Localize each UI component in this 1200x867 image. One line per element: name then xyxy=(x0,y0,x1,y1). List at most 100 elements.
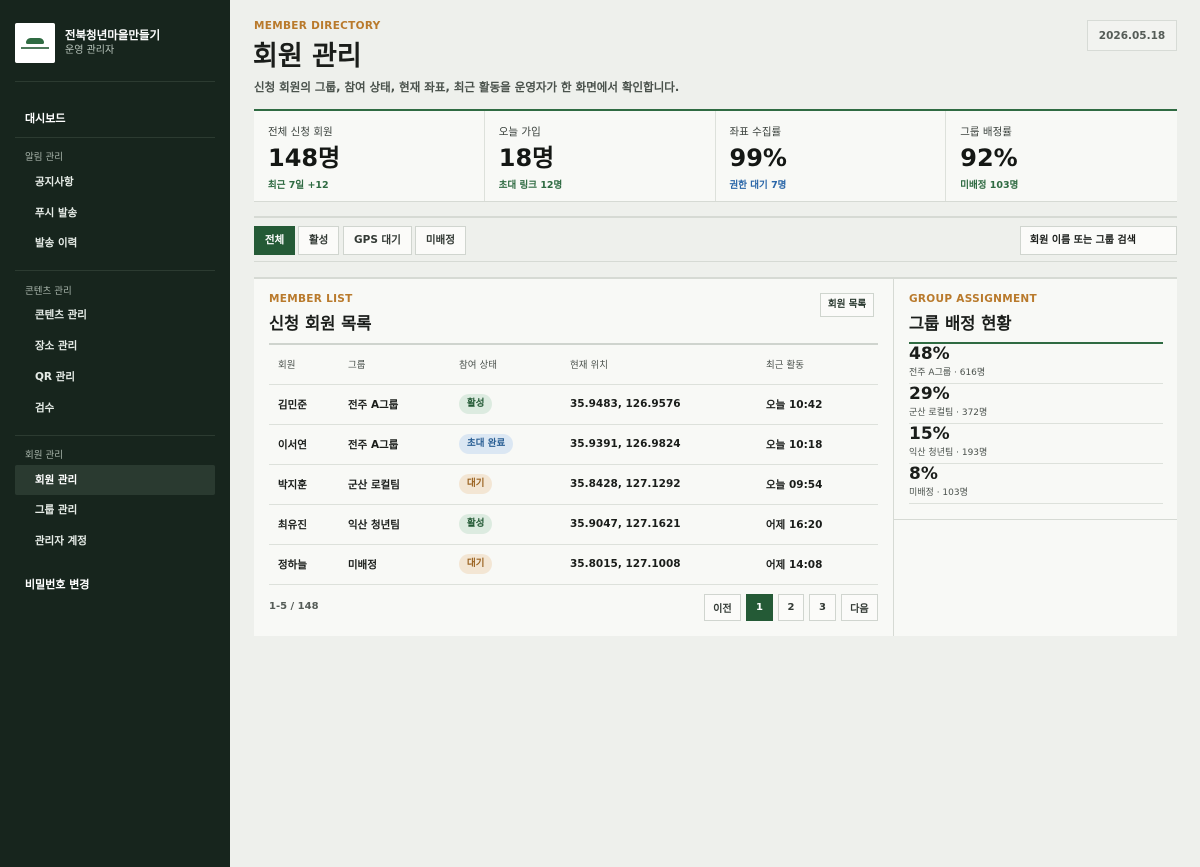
table-row[interactable]: 최유진 익산 청년팀 활성 35.9047, 127.1621 어제 16:20 xyxy=(269,504,878,545)
sidebar-item-members[interactable]: 회원 관리 xyxy=(15,465,215,495)
sidebar-divider xyxy=(15,270,215,271)
member-last-active: 어제 14:08 xyxy=(757,544,878,585)
pagination-page-1[interactable]: 1 xyxy=(746,594,773,621)
column-header-group: 그룹 xyxy=(339,343,450,385)
sidebar-item-push-send[interactable]: 푸시 발송 xyxy=(15,198,215,228)
member-name: 김민준 xyxy=(269,384,339,425)
member-last-active: 오늘 10:18 xyxy=(757,424,878,465)
table-row[interactable]: 정하늘 미배정 대기 35.8015, 127.1008 어제 14:08 xyxy=(269,544,878,585)
member-last-active: 오늘 09:54 xyxy=(757,464,878,505)
stats-bar: 전체 신청 회원 148명 최근 7일 +12 오늘 가입 18명 초대 링크 … xyxy=(254,109,1177,202)
stat-total-members: 전체 신청 회원 148명 최근 7일 +12 xyxy=(254,111,485,201)
member-group: 미배정 xyxy=(339,544,450,585)
status-badge: 활성 xyxy=(459,514,493,534)
column-header-last-active: 최근 활동 xyxy=(757,343,878,385)
table-row[interactable]: 이서연 전주 A그룹 초대 완료 35.9391, 126.9824 오늘 10… xyxy=(269,424,878,465)
pagination-prev-button[interactable]: 이전 xyxy=(704,594,741,621)
stat-note: 최근 7일 +12 xyxy=(268,180,329,191)
pagination-page-3[interactable]: 3 xyxy=(809,594,836,621)
member-list-panel: MEMBER LIST 신청 회원 목록 회원 목록 회원 그룹 참여 상태 현… xyxy=(254,277,893,636)
sidebar-item-places[interactable]: 장소 관리 xyxy=(15,331,215,361)
page-title: 회원 관리 xyxy=(253,41,362,72)
sidebar-item-change-password[interactable]: 비밀번호 변경 xyxy=(25,576,90,592)
member-list-title: 신청 회원 목록 xyxy=(269,314,372,333)
group-assignment-title: 그룹 배정 현황 xyxy=(909,314,1012,333)
stat-value: 148명 xyxy=(268,144,341,172)
pagination-next-button[interactable]: 다음 xyxy=(841,594,878,621)
group-percent: 15% xyxy=(909,424,950,444)
group-percent: 48% xyxy=(909,344,950,364)
table-row[interactable]: 김민준 전주 A그룹 활성 35.9483, 126.9576 오늘 10:42 xyxy=(269,384,878,425)
sidebar: 전북청년마을만들기 운영 관리자 대시보드 알림 관리 공지사항 푸시 발송 발… xyxy=(0,0,230,867)
member-name: 이서연 xyxy=(269,424,339,465)
page-description: 신청 회원의 그룹, 참여 상태, 현재 좌표, 최근 활동을 운영자가 한 화… xyxy=(254,80,680,94)
filter-chip-active[interactable]: 활성 xyxy=(298,226,340,255)
filter-chip-unassigned[interactable]: 미배정 xyxy=(415,226,466,255)
group-assignment-list: 48% 전주 A그룹 · 616명 29% 군산 로컬팀 · 372명 15% … xyxy=(909,342,1163,504)
member-table: 회원 그룹 참여 상태 현재 위치 최근 활동 김민준 전주 A그룹 활성 35… xyxy=(269,343,878,585)
table-header-row: 회원 그룹 참여 상태 현재 위치 최근 활동 xyxy=(269,343,878,385)
sidebar-section-notifications: 알림 관리 xyxy=(25,152,63,163)
table-row[interactable]: 박지훈 군산 로컬팀 대기 35.8428, 127.1292 오늘 09:54 xyxy=(269,464,878,505)
member-name: 박지훈 xyxy=(269,464,339,505)
filter-bar: 전체 활성 GPS 대기 미배정 xyxy=(254,216,1177,262)
stat-note: 권한 대기 7명 xyxy=(729,180,787,191)
sidebar-item-content[interactable]: 콘텐츠 관리 xyxy=(15,300,215,330)
column-header-member: 회원 xyxy=(269,343,339,385)
sidebar-item-dashboard[interactable]: 대시보드 xyxy=(25,110,65,126)
sidebar-item-send-history[interactable]: 발송 이력 xyxy=(15,228,215,258)
sidebar-divider xyxy=(15,81,215,82)
sidebar-section-members: 회원 관리 xyxy=(25,450,63,461)
brand-name: 전북청년마을만들기 xyxy=(65,28,161,42)
member-group: 전주 A그룹 xyxy=(339,384,450,425)
date-badge: 2026.05.18 xyxy=(1087,20,1177,51)
sidebar-item-notices[interactable]: 공지사항 xyxy=(15,167,215,197)
group-label: 전주 A그룹 · 616명 xyxy=(909,368,986,378)
member-search-input[interactable] xyxy=(1020,226,1177,255)
member-location: 35.8428, 127.1292 xyxy=(561,464,757,505)
stat-label: 좌표 수집률 xyxy=(729,126,782,138)
pagination-page-2[interactable]: 2 xyxy=(778,594,804,621)
member-name: 최유진 xyxy=(269,504,339,545)
group-label: 익산 청년팀 · 193명 xyxy=(909,448,988,458)
group-item: 29% 군산 로컬팀 · 372명 xyxy=(909,384,1163,424)
sidebar-item-admin-accounts[interactable]: 관리자 계정 xyxy=(15,526,215,556)
stat-value: 92% xyxy=(960,144,1018,172)
sidebar-item-groups[interactable]: 그룹 관리 xyxy=(15,495,215,525)
sidebar-divider xyxy=(15,435,215,436)
stat-value: 99% xyxy=(729,144,787,172)
member-list-button[interactable]: 회원 목록 xyxy=(820,293,875,317)
status-badge: 대기 xyxy=(459,554,493,574)
member-name: 정하늘 xyxy=(269,544,339,585)
stat-label: 오늘 가입 xyxy=(498,126,541,138)
group-assignment-eyebrow: GROUP ASSIGNMENT xyxy=(909,293,1037,305)
group-item: 15% 익산 청년팀 · 193명 xyxy=(909,424,1163,464)
status-badge: 활성 xyxy=(459,394,493,414)
member-last-active: 오늘 10:42 xyxy=(757,384,878,425)
filter-chip-gps-pending[interactable]: GPS 대기 xyxy=(343,226,412,255)
group-percent: 8% xyxy=(909,464,938,484)
brand[interactable]: 전북청년마을만들기 운영 관리자 xyxy=(15,23,160,63)
member-group: 전주 A그룹 xyxy=(339,424,450,465)
brand-role: 운영 관리자 xyxy=(65,45,115,56)
stat-note: 초대 링크 12명 xyxy=(498,180,563,191)
group-label: 군산 로컬팀 · 372명 xyxy=(909,408,988,418)
status-badge: 대기 xyxy=(459,474,493,494)
column-header-location: 현재 위치 xyxy=(561,343,757,385)
sidebar-item-review[interactable]: 검수 xyxy=(15,393,215,423)
member-list-eyebrow: MEMBER LIST xyxy=(269,293,353,305)
group-label: 미배정 · 103명 xyxy=(909,488,968,498)
member-location: 35.9483, 126.9576 xyxy=(561,384,757,425)
group-assignment-panel: GROUP ASSIGNMENT 그룹 배정 현황 48% 전주 A그룹 · 6… xyxy=(893,277,1177,520)
pagination-range: 1-5 / 148 xyxy=(269,601,319,612)
stat-today-joined: 오늘 가입 18명 초대 링크 12명 xyxy=(485,111,716,201)
member-group: 군산 로컬팀 xyxy=(339,464,450,505)
member-last-active: 어제 16:20 xyxy=(757,504,878,545)
member-location: 35.9391, 126.9824 xyxy=(561,424,757,465)
group-item: 48% 전주 A그룹 · 616명 xyxy=(909,344,1163,384)
filter-chip-all[interactable]: 전체 xyxy=(254,226,296,255)
stat-label: 그룹 배정률 xyxy=(960,126,1012,138)
sidebar-item-qr[interactable]: QR 관리 xyxy=(15,362,215,392)
member-location: 35.9047, 127.1621 xyxy=(561,504,757,545)
page-eyebrow: MEMBER DIRECTORY xyxy=(254,20,381,32)
